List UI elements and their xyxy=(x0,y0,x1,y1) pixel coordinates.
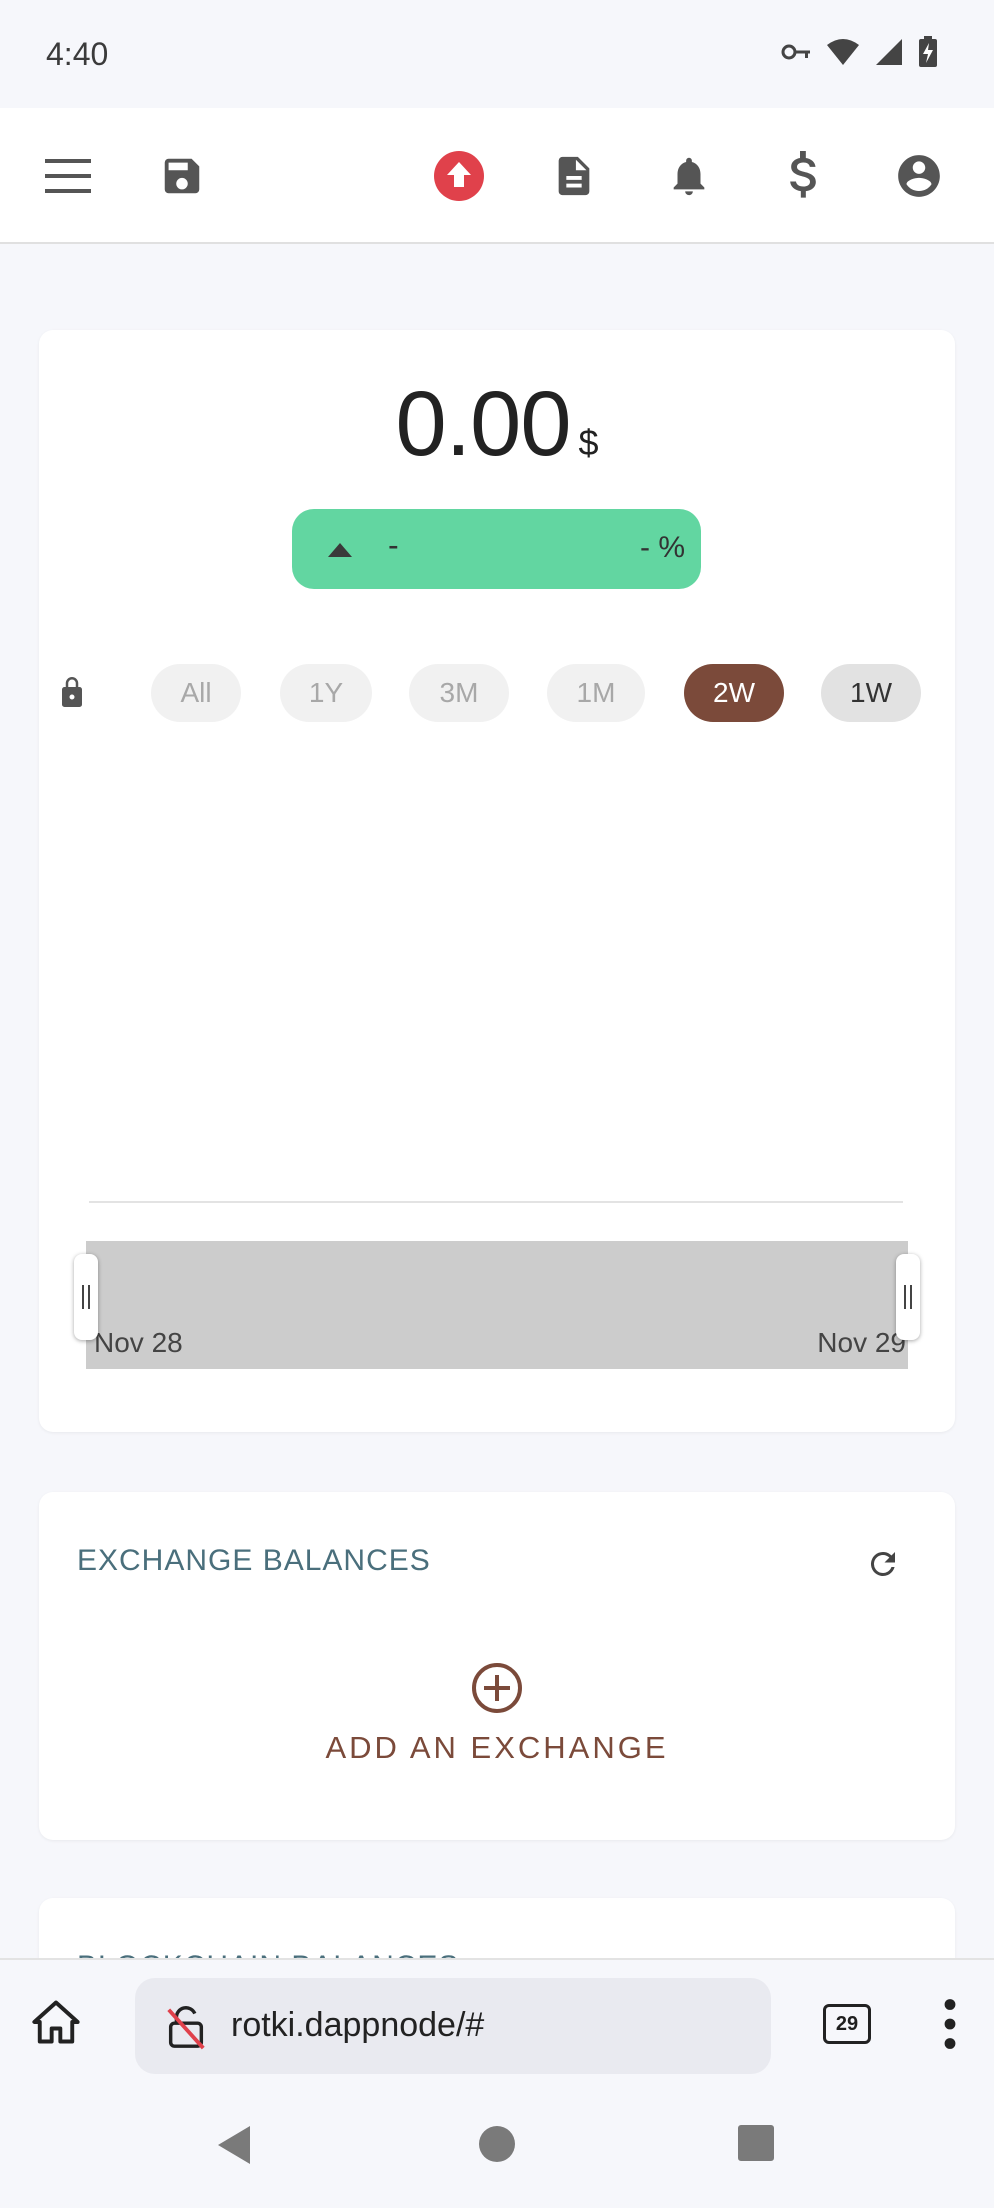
range-chip-1w[interactable]: 1W xyxy=(821,664,921,722)
home-circle-icon xyxy=(479,2126,515,2162)
recents-button[interactable] xyxy=(737,2124,775,2167)
tab-switcher-button[interactable]: 29 xyxy=(823,2004,871,2044)
save-icon xyxy=(164,158,200,194)
total-balance: 0.00 $ xyxy=(39,372,955,477)
add-exchange-button[interactable]: ADD AN EXCHANGE xyxy=(39,1662,955,1766)
url-text: rotki.dappnode/# xyxy=(231,2006,485,2044)
range-chip-1m[interactable]: 1M xyxy=(547,664,645,722)
home-button[interactable] xyxy=(30,1996,82,2053)
add-exchange-label: ADD AN EXCHANGE xyxy=(325,1730,669,1765)
recents-square-icon xyxy=(738,2125,774,2161)
exchange-balances-card: EXCHANGE BALANCES ADD AN EXCHANGE xyxy=(39,1492,955,1840)
upgrade-button[interactable] xyxy=(417,134,501,218)
menu-icon xyxy=(45,159,91,193)
zoom-start-label: Nov 28 xyxy=(94,1327,183,1358)
overview-card: 0.00 $ - - % All 1Y 3M 1M 2W 1W Nov 28 No… xyxy=(39,330,955,1432)
home-icon xyxy=(32,2000,80,2044)
lock-icon xyxy=(62,677,82,707)
back-button[interactable] xyxy=(214,2124,254,2171)
signal-icon xyxy=(876,39,902,65)
chart-baseline xyxy=(89,1201,903,1203)
upgrade-arrow-icon xyxy=(434,151,484,201)
net-value-chart xyxy=(89,830,903,1202)
more-vert-icon xyxy=(944,1999,956,2049)
currency-dollar-icon xyxy=(790,151,816,198)
status-bar: 4:40 xyxy=(0,0,994,108)
browser-toolbar: rotki.dappnode/# 29 xyxy=(0,1958,994,2078)
refresh-exchange-button[interactable] xyxy=(861,1542,905,1586)
balance-change-pill: - - % xyxy=(292,509,701,589)
back-triangle-icon xyxy=(218,2126,250,2164)
arrow-up-icon xyxy=(328,543,352,557)
account-button[interactable] xyxy=(877,134,961,218)
notes-button[interactable] xyxy=(532,134,616,218)
browser-menu-button[interactable] xyxy=(936,1998,964,2055)
wifi-icon xyxy=(827,39,859,65)
account-icon xyxy=(898,155,940,197)
change-value: - xyxy=(388,527,399,563)
chart-zoom-slider[interactable]: Nov 28 Nov 29 xyxy=(86,1241,908,1369)
currency-button[interactable] xyxy=(763,134,847,218)
range-chip-3m[interactable]: 3M xyxy=(409,664,509,722)
currency-symbol: $ xyxy=(578,422,599,463)
zoom-end-label: Nov 29 xyxy=(817,1327,906,1358)
status-time: 4:40 xyxy=(46,36,109,72)
range-chip-2w[interactable]: 2W xyxy=(684,664,784,722)
system-navigation-bar xyxy=(0,2078,994,2208)
insecure-lock-icon xyxy=(167,2006,205,2050)
address-bar[interactable]: rotki.dappnode/# xyxy=(135,1978,771,2074)
home-nav-button[interactable] xyxy=(477,2124,517,2169)
total-amount: 0.00 xyxy=(395,373,571,475)
exchange-balances-title: EXCHANGE BALANCES xyxy=(77,1544,431,1577)
notifications-button[interactable] xyxy=(647,134,731,218)
app-bar xyxy=(0,108,994,244)
range-chip-1y[interactable]: 1Y xyxy=(280,664,372,722)
vpn-key-icon xyxy=(781,44,810,60)
notifications-icon xyxy=(673,157,705,196)
notes-icon xyxy=(558,156,590,196)
range-chip-all[interactable]: All xyxy=(151,664,241,722)
menu-button[interactable] xyxy=(26,134,110,218)
refresh-icon xyxy=(870,1552,895,1576)
zoom-end-handle[interactable] xyxy=(896,1254,920,1340)
change-percent: - % xyxy=(640,531,685,564)
save-button[interactable] xyxy=(140,134,224,218)
status-icons xyxy=(780,36,938,68)
plus-circle-icon xyxy=(472,1663,522,1713)
battery-charging-icon xyxy=(919,36,937,67)
zoom-start-handle[interactable] xyxy=(74,1254,98,1340)
